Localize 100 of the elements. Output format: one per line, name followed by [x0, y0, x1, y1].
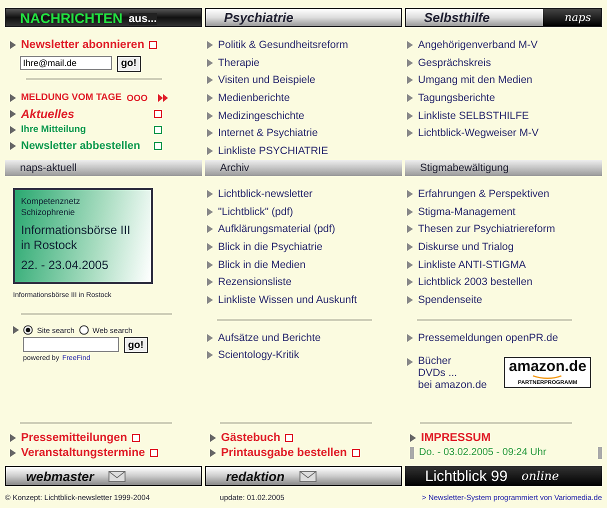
- subscribe-link[interactable]: Newsletter abonnieren: [21, 38, 144, 51]
- nav-link[interactable]: Linkliste SELBSTHILFE: [418, 110, 529, 122]
- nav-link[interactable]: Lichtblick-newsletter: [218, 188, 313, 200]
- footer-link[interactable]: Gästebuch: [221, 432, 280, 444]
- header-title: NACHRICHTEN: [20, 10, 123, 26]
- nav-link[interactable]: Diskurse und Trialog: [418, 240, 514, 253]
- nav-link[interactable]: Umgang mit den Medien: [418, 74, 532, 86]
- bullet-icon: [207, 76, 213, 84]
- footer-link[interactable]: Pressemitteilungen: [21, 432, 128, 444]
- nav-link[interactable]: Aufklärungsmaterial (pdf): [218, 223, 336, 236]
- nav-link[interactable]: Tagungsberichte: [418, 92, 496, 104]
- bullet-icon: [207, 190, 213, 198]
- nav-link[interactable]: Medienberichte: [218, 92, 290, 104]
- double-arrow-icon: [158, 94, 168, 102]
- bullet-icon: [407, 58, 413, 67]
- bullet-icon: [207, 40, 213, 49]
- bullet-icon: [407, 112, 413, 120]
- contact-button[interactable]: webmaster: [5, 466, 202, 486]
- circles-mark: OOO: [126, 92, 148, 103]
- bullet-icon: [210, 448, 216, 456]
- bullet-icon: [207, 260, 213, 269]
- go-button[interactable]: go!: [117, 56, 141, 72]
- nav-link[interactable]: Scientology-Kritik: [218, 349, 300, 362]
- square-icon: [154, 142, 162, 150]
- section-title: Archiv: [220, 162, 250, 174]
- search-field[interactable]: [23, 337, 119, 352]
- bullet-icon: [210, 434, 216, 442]
- bullet-icon: [13, 326, 19, 334]
- bullet-icon: [407, 242, 413, 251]
- amazon-link[interactable]: Bücher DVDs ... bei amazon.de: [418, 354, 487, 390]
- bullet-icon: [207, 112, 213, 120]
- bullet-icon: [207, 146, 213, 155]
- brand-title: Lichtblick 99: [425, 468, 508, 484]
- bullet-icon: [407, 208, 413, 216]
- bar-marker: [410, 446, 414, 458]
- nav-link[interactable]: Internet & Psychiatrie: [218, 127, 318, 140]
- nav-link[interactable]: "Lichtblick" (pdf): [218, 206, 294, 218]
- nav-link[interactable]: Stigma-Management: [418, 206, 516, 218]
- bullet-icon: [207, 242, 213, 251]
- nav-link[interactable]: Angehörigenverband M-V: [418, 38, 538, 51]
- header-title: Psychiatrie: [224, 10, 294, 25]
- bullet-icon: [407, 129, 413, 138]
- bullet-icon: [407, 296, 413, 304]
- footer-link[interactable]: Veranstaltungstermine: [21, 446, 145, 458]
- nav-link[interactable]: Linkliste Wissen und Auskunft: [218, 294, 357, 306]
- nav-link[interactable]: Lichtblick-Wegweiser M-V: [418, 127, 539, 140]
- bullet-icon: [407, 225, 413, 234]
- square-icon: [154, 126, 162, 134]
- nav-link[interactable]: Visiten und Beispiele: [218, 74, 316, 86]
- square-icon: [132, 434, 140, 442]
- envelope-icon: [108, 470, 126, 482]
- nav-link[interactable]: Blick in die Medien: [218, 258, 306, 271]
- header-suffix: aus...: [128, 13, 157, 25]
- square-icon: [352, 448, 360, 456]
- nav-link[interactable]: Medizingeschichte: [218, 110, 304, 122]
- go-button[interactable]: go!: [124, 337, 148, 353]
- bullet-icon: [10, 448, 16, 456]
- email-field[interactable]: Ihre@mail.de: [20, 56, 112, 70]
- banner-subtitle: Kompetenznetz Schizophrenie: [21, 196, 82, 218]
- nav-link[interactable]: Gesprächskreis: [418, 56, 491, 69]
- nav-link[interactable]: Rezensionsliste: [218, 276, 292, 288]
- bullet-icon: [407, 278, 413, 286]
- bullet-icon: [407, 94, 413, 102]
- nav-link[interactable]: Politik & Gesundheitsreform: [218, 38, 348, 51]
- nav-link[interactable]: Spendenseite: [418, 294, 482, 306]
- radio-button[interactable]: [78, 325, 89, 335]
- bullet-icon: [207, 296, 213, 304]
- event-banner[interactable]: Kompetenznetz Schizophrenie Informationsbörse III in Rostock 22. - 23.04.2005: [13, 188, 153, 284]
- bullet-icon: [10, 110, 16, 118]
- square-icon: [149, 40, 158, 49]
- footer-link[interactable]: Printausgabe bestellen: [221, 446, 347, 458]
- header-title: Selbsthilfe: [424, 10, 490, 25]
- nav-link[interactable]: Erfahrungen & Perspektiven: [418, 188, 550, 200]
- nav-link[interactable]: Blick in die Psychiatrie: [218, 240, 322, 253]
- radio-button[interactable]: [23, 325, 33, 335]
- logo-badge: naps: [542, 9, 601, 26]
- nav-link[interactable]: Lichtblick 2003 bestellen: [418, 276, 532, 288]
- square-icon: [154, 110, 162, 118]
- nav-link[interactable]: Pressemeldungen openPR.de: [418, 332, 558, 344]
- bullet-icon: [10, 40, 16, 49]
- bullet-icon: [410, 434, 416, 442]
- impressum-link[interactable]: IMPRESSUM: [421, 432, 491, 444]
- bullet-icon: [10, 126, 16, 134]
- bullet-icon: [10, 142, 16, 150]
- bar-marker: [598, 446, 602, 458]
- bullet-icon: [207, 278, 213, 286]
- square-icon: [150, 448, 158, 456]
- bullet-icon: [207, 225, 213, 234]
- nav-link[interactable]: Therapie: [218, 56, 260, 69]
- nav-link[interactable]: Aufsätze und Berichte: [218, 332, 321, 344]
- nav-link[interactable]: Linkliste PSYCHIATRIE: [218, 144, 328, 157]
- bullet-icon: [207, 208, 213, 216]
- brand-script: online: [522, 469, 560, 483]
- nav-link[interactable]: Linkliste ANTI-STIGMA: [418, 258, 526, 271]
- banner-date: 22. - 23.04.2005: [21, 258, 110, 272]
- nav-link[interactable]: Thesen zur Psychiatriereform: [418, 223, 556, 236]
- news-link[interactable]: Aktuelles: [21, 106, 74, 121]
- contact-button[interactable]: redaktion: [205, 466, 402, 486]
- bullet-icon: [407, 40, 413, 49]
- news-link[interactable]: MELDUNG VOM TAGE: [21, 92, 122, 104]
